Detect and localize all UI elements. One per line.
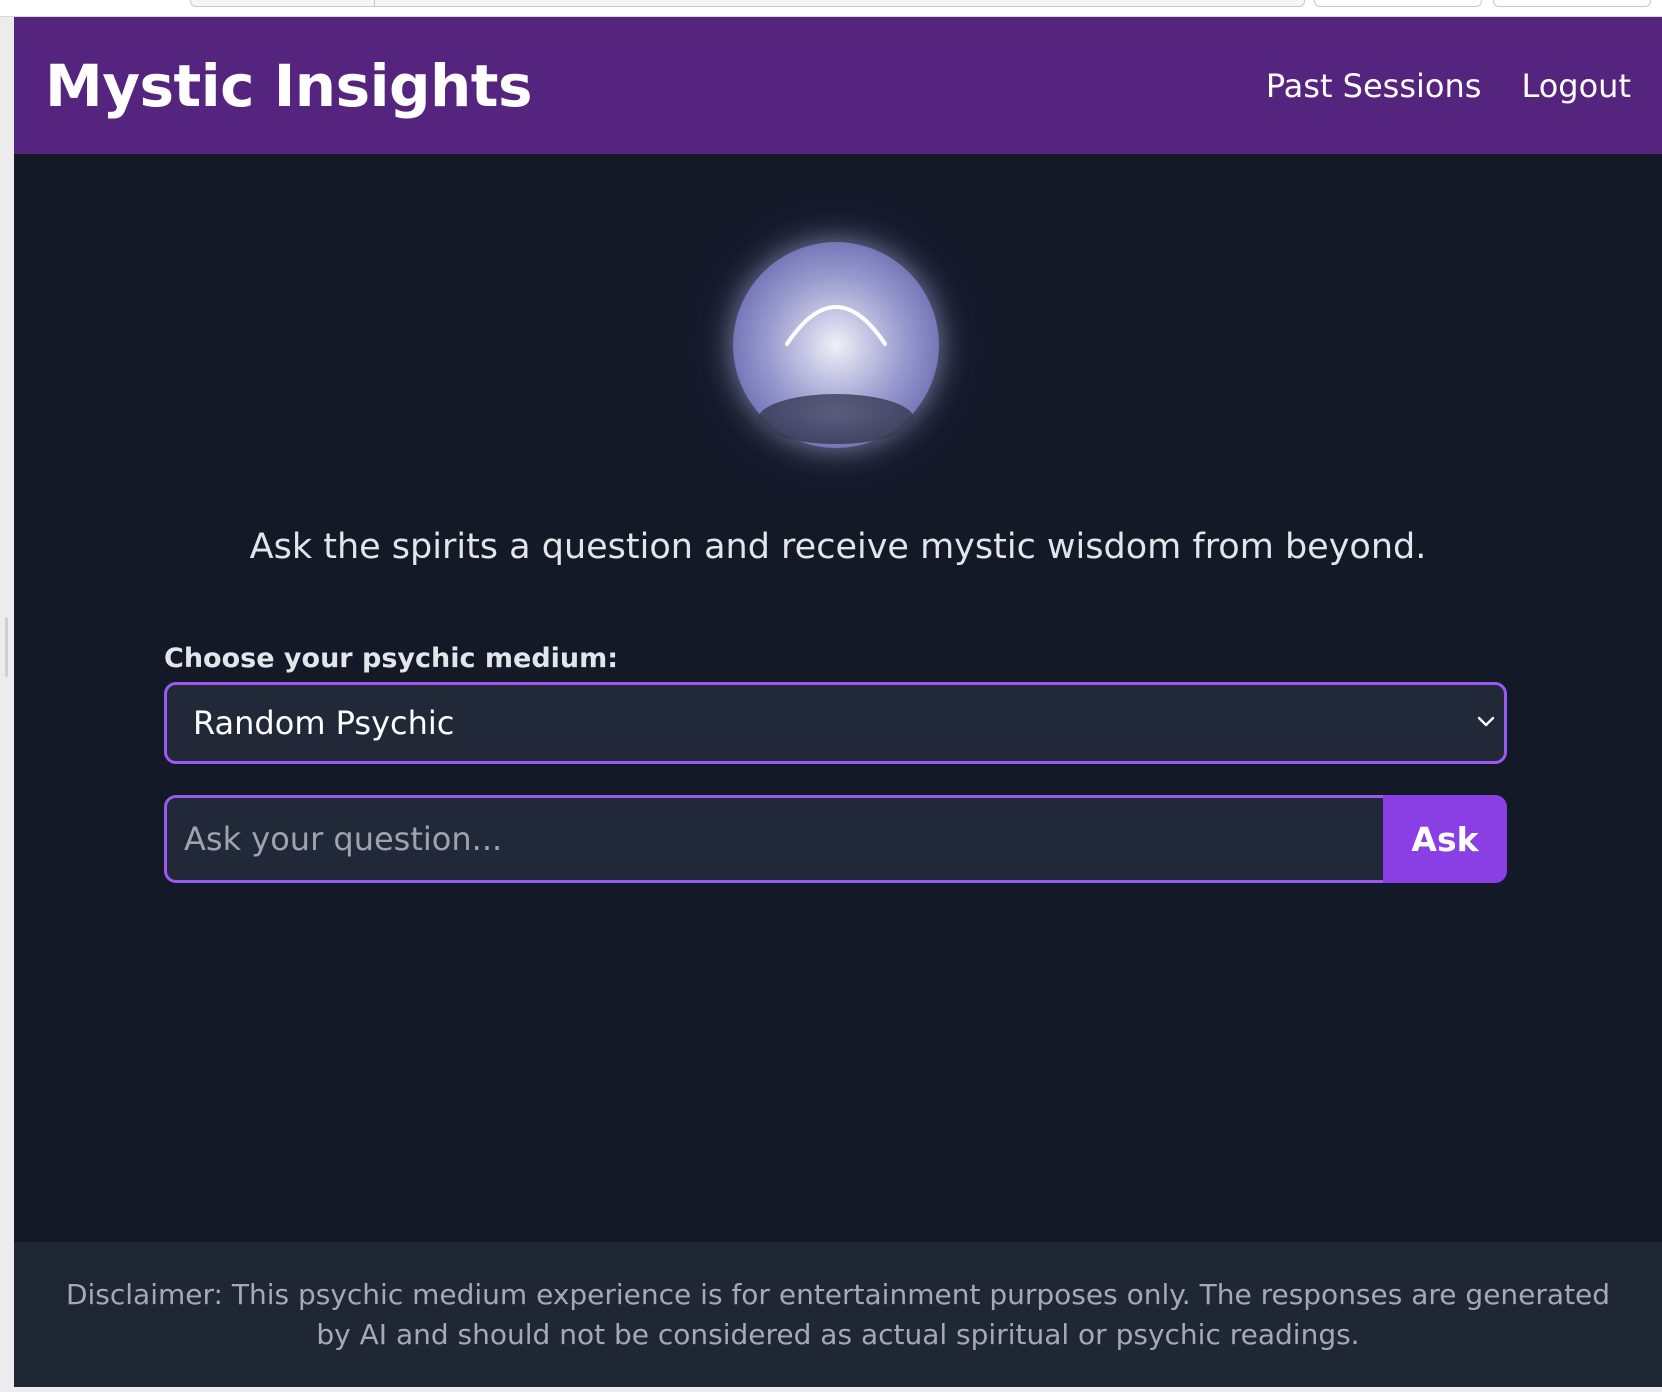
- medium-select-value: Random Psychic: [193, 704, 455, 742]
- top-navbar: Mystic Insights Past Sessions Logout: [14, 17, 1662, 154]
- window-gutter: [0, 17, 14, 1392]
- medium-select-label: Choose your psychic medium:: [164, 643, 619, 674]
- past-sessions-link[interactable]: Past Sessions: [1266, 67, 1482, 105]
- question-input[interactable]: [164, 795, 1383, 883]
- app-window: Mystic Insights Past Sessions Logout Ask…: [14, 17, 1662, 1387]
- crystal-ball-highlight: [785, 305, 887, 346]
- window-bottom-edge: [0, 1387, 1662, 1392]
- disclaimer-footer: Disclaimer: This psychic medium experien…: [14, 1242, 1662, 1387]
- browser-toolbar-button[interactable]: [1493, 0, 1651, 7]
- crystal-ball-icon: [733, 242, 943, 452]
- crystal-ball-base: [758, 394, 914, 444]
- question-form: Ask: [164, 795, 1507, 883]
- disclaimer-text: Disclaimer: This psychic medium experien…: [65, 1277, 1611, 1351]
- address-bar-segment: [191, 0, 375, 6]
- logout-link[interactable]: Logout: [1521, 67, 1631, 105]
- medium-select[interactable]: Random Psychic: [164, 682, 1507, 764]
- app-title[interactable]: Mystic Insights: [45, 52, 533, 120]
- browser-chrome: [0, 0, 1662, 17]
- chevron-down-icon: [1477, 716, 1495, 727]
- resize-handle[interactable]: [5, 617, 8, 677]
- address-bar[interactable]: [190, 0, 1305, 7]
- ask-button[interactable]: Ask: [1383, 795, 1507, 883]
- nav-links: Past Sessions Logout: [1266, 67, 1631, 105]
- browser-toolbar-button[interactable]: [1314, 0, 1482, 7]
- tagline: Ask the spirits a question and receive m…: [249, 527, 1427, 567]
